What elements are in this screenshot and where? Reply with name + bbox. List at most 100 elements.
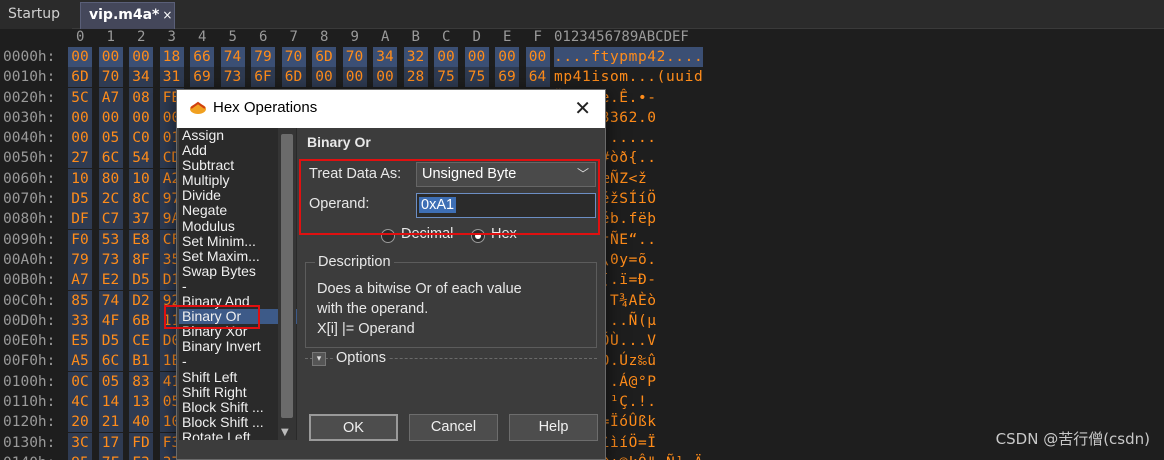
hex-byte[interactable]: 69: [495, 67, 519, 88]
hex-byte[interactable]: 6D: [281, 67, 306, 88]
hex-byte[interactable]: 08: [129, 87, 153, 108]
hex-byte[interactable]: CE: [129, 331, 153, 352]
hex-byte[interactable]: D5: [98, 331, 123, 352]
hex-byte[interactable]: 64: [525, 67, 550, 88]
hex-byte[interactable]: D5: [68, 189, 92, 210]
hex-byte[interactable]: 00: [434, 47, 458, 67]
hex-byte[interactable]: 05: [98, 371, 123, 392]
hex-byte[interactable]: 73: [98, 249, 123, 270]
hex-byte[interactable]: 75: [464, 67, 489, 88]
hex-byte[interactable]: 00: [342, 67, 367, 88]
hex-byte[interactable]: D5: [129, 270, 153, 291]
hex-byte[interactable]: 74: [98, 290, 123, 311]
hex-byte[interactable]: 17: [98, 432, 123, 453]
hex-byte[interactable]: 13: [129, 392, 153, 413]
hex-byte[interactable]: 4C: [68, 392, 92, 413]
ok-button[interactable]: OK: [309, 414, 398, 441]
hex-byte[interactable]: 6D: [68, 67, 92, 88]
hex-byte[interactable]: 40: [129, 412, 153, 433]
operation-list-scrollbar[interactable]: ▼: [278, 128, 296, 440]
hex-byte[interactable]: 6C: [98, 351, 123, 372]
hex-byte[interactable]: 74: [220, 47, 245, 67]
close-icon[interactable]: ×: [162, 8, 172, 22]
hex-byte[interactable]: 6B: [129, 310, 153, 331]
hex-byte[interactable]: 3C: [68, 432, 92, 453]
hex-byte[interactable]: 10: [129, 168, 153, 189]
hex-byte[interactable]: 54: [129, 148, 153, 169]
hex-byte[interactable]: 70: [98, 67, 123, 88]
hex-byte[interactable]: 00: [129, 47, 153, 67]
dialog-titlebar[interactable]: Hex Operations ✕: [177, 90, 605, 128]
hex-byte[interactable]: 00: [68, 47, 92, 67]
hex-byte[interactable]: D2: [129, 290, 153, 311]
hex-byte[interactable]: C0: [129, 128, 153, 149]
hex-byte[interactable]: E2: [98, 270, 123, 291]
hex-byte[interactable]: 33: [68, 310, 92, 331]
help-button[interactable]: Help: [509, 414, 598, 441]
hex-byte[interactable]: 70: [281, 47, 306, 67]
hex-ascii[interactable]: ....ftypmp42....: [554, 47, 704, 67]
hex-byte[interactable]: 8C: [129, 189, 153, 210]
options-label[interactable]: Options: [333, 350, 389, 366]
options-expand-icon[interactable]: ▾: [312, 352, 326, 366]
hex-byte[interactable]: DF: [68, 209, 92, 230]
hex-byte[interactable]: 73: [220, 67, 245, 88]
hex-byte[interactable]: 31: [159, 67, 184, 88]
scroll-down-icon[interactable]: ▼: [281, 427, 289, 438]
hex-byte[interactable]: 14: [98, 392, 123, 413]
hex-byte[interactable]: 70: [342, 47, 367, 67]
hex-byte[interactable]: 00: [464, 47, 489, 67]
hex-byte[interactable]: 00: [525, 47, 550, 67]
hex-byte[interactable]: 4F: [98, 310, 123, 331]
hex-row[interactable]: 0010h: 6D 70 34 31 69 73 6F 6D 00 00 00 28 75 75 69 64 mp…: [0, 67, 1164, 88]
hex-byte[interactable]: 2C: [98, 189, 123, 210]
hex-byte[interactable]: A5: [68, 351, 92, 372]
cancel-button[interactable]: Cancel: [409, 414, 498, 441]
hex-byte[interactable]: E5: [68, 331, 92, 352]
hex-byte[interactable]: 18: [159, 47, 184, 67]
hex-byte[interactable]: 21: [98, 412, 123, 433]
hex-byte[interactable]: 85: [68, 290, 92, 311]
hex-byte[interactable]: B1: [129, 351, 153, 372]
hex-byte[interactable]: 32: [403, 47, 428, 67]
hex-byte[interactable]: 05: [98, 128, 123, 149]
hex-byte[interactable]: FD: [129, 432, 153, 453]
hex-byte[interactable]: 6C: [98, 148, 123, 169]
hex-byte[interactable]: 00: [312, 67, 336, 88]
hex-byte[interactable]: 6F: [251, 67, 275, 88]
hex-byte[interactable]: 0C: [68, 371, 92, 392]
dialog-close-icon[interactable]: ✕: [574, 96, 591, 120]
hex-byte[interactable]: 00: [495, 47, 519, 67]
hex-byte[interactable]: F3: [129, 452, 153, 460]
hex-byte[interactable]: 66: [190, 47, 214, 67]
hex-byte[interactable]: F0: [68, 229, 92, 250]
hex-byte[interactable]: 00: [98, 107, 123, 128]
hex-byte[interactable]: 79: [68, 249, 92, 270]
hex-byte[interactable]: 80: [98, 168, 123, 189]
hex-byte[interactable]: 00: [129, 107, 153, 128]
hex-byte[interactable]: 34: [373, 47, 397, 67]
hex-byte[interactable]: 20: [68, 412, 92, 433]
hex-row[interactable]: 0000h: 00 00 00 18 66 74 79 70 6D 70 34 32 00 00 00 00..…: [0, 47, 1164, 67]
hex-byte[interactable]: 83: [129, 371, 153, 392]
hex-byte[interactable]: 5C: [68, 87, 92, 108]
hex-byte[interactable]: 8F: [129, 249, 153, 270]
hex-byte[interactable]: 00: [373, 67, 397, 88]
hex-ascii[interactable]: mp41isom...(uuid: [554, 67, 703, 87]
hex-byte[interactable]: A7: [98, 87, 123, 108]
hex-byte[interactable]: 6D: [312, 47, 336, 67]
hex-byte[interactable]: 28: [403, 67, 428, 88]
hex-byte[interactable]: 10: [68, 168, 92, 189]
hex-byte[interactable]: 69: [190, 67, 214, 88]
hex-byte[interactable]: A7: [68, 270, 92, 291]
hex-byte[interactable]: C7: [98, 209, 123, 230]
hex-byte[interactable]: 00: [98, 47, 123, 67]
hex-byte[interactable]: 27: [68, 148, 92, 169]
hex-byte[interactable]: 53: [98, 229, 123, 250]
scrollbar-thumb[interactable]: [281, 134, 293, 418]
tab-vip-m4a[interactable]: vip.m4a* ×: [80, 2, 175, 29]
hex-byte[interactable]: 00: [68, 128, 92, 149]
hex-byte[interactable]: 37: [129, 209, 153, 230]
hex-byte[interactable]: 00: [68, 107, 92, 128]
tab-startup[interactable]: Startup: [0, 2, 72, 29]
